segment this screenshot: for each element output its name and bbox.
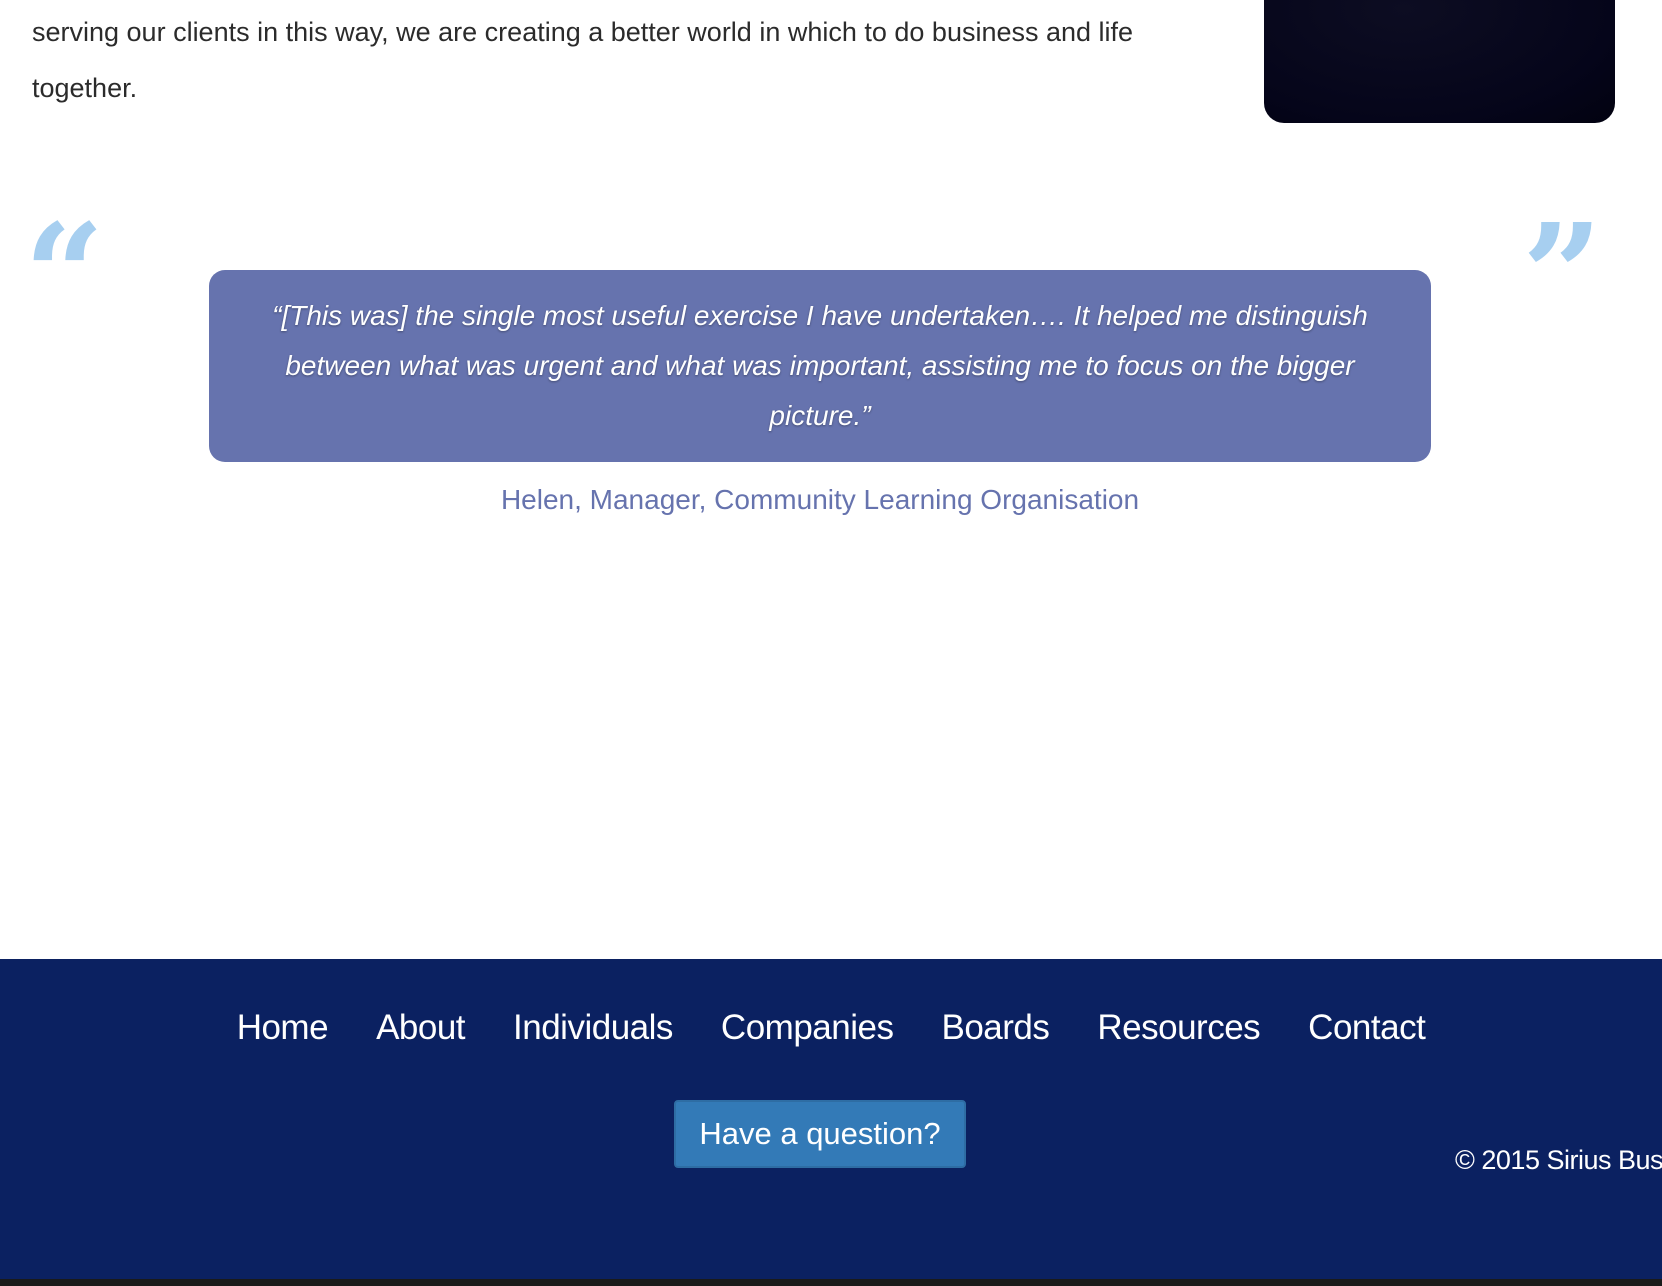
footer-nav-home[interactable]: Home xyxy=(237,1004,329,1052)
intro-paragraph: serving our clients in this way, we are … xyxy=(32,17,1134,103)
dark-hero-image xyxy=(1264,0,1615,123)
have-a-question-button[interactable]: Have a question? xyxy=(674,1100,966,1168)
footer-nav-resources[interactable]: Resources xyxy=(1097,1004,1260,1052)
footer-bottom-border xyxy=(0,1279,1662,1286)
page: serving our clients in this way, we are … xyxy=(0,0,1662,1286)
quote-open-icon: “ xyxy=(24,194,105,358)
footer-nav-about[interactable]: About xyxy=(376,1004,465,1052)
testimonial-box: “[This was] the single most useful exerc… xyxy=(209,270,1431,462)
footer-nav-companies[interactable]: Companies xyxy=(721,1004,894,1052)
footer-nav-contact[interactable]: Contact xyxy=(1308,1004,1426,1052)
footer-nav: Home About Individuals Companies Boards … xyxy=(0,1004,1662,1052)
copyright-text: © 2015 Sirius Busi xyxy=(1455,1145,1662,1175)
testimonial-attribution: Helen, Manager, Community Learning Organ… xyxy=(500,484,1140,515)
testimonial-quote: “[This was] the single most useful exerc… xyxy=(272,300,1368,431)
footer-nav-individuals[interactable]: Individuals xyxy=(513,1004,673,1052)
footer-nav-boards[interactable]: Boards xyxy=(941,1004,1049,1052)
quote-close-icon: ” xyxy=(1522,194,1603,358)
